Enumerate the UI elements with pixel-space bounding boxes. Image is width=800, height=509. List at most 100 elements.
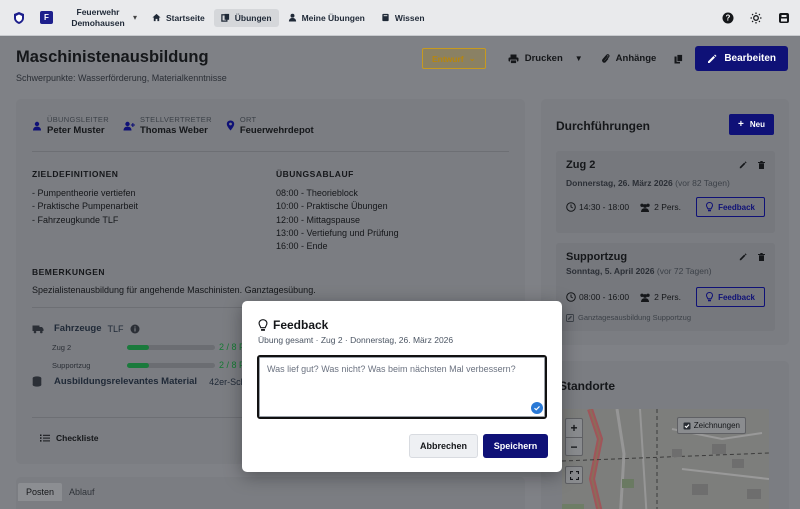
session-item[interactable]: Zug 2 Donnerstag, 26. März 2026 (vor 82 … xyxy=(556,151,775,233)
location-map[interactable]: + − Zeichnungen xyxy=(562,409,769,509)
shield-logo-icon[interactable] xyxy=(12,10,26,26)
nav-item-label: Übungen xyxy=(234,12,272,23)
checklist-button[interactable]: Checkliste xyxy=(40,433,99,443)
list-item: 13:00 - Vertiefung und Prüfung xyxy=(276,227,399,238)
truck-icon xyxy=(32,324,44,334)
nav-item-meine-uebungen[interactable]: Meine Übungen xyxy=(281,9,372,27)
drawings-label: Zeichnungen xyxy=(693,421,740,430)
chevron-down-icon: ⌄ xyxy=(468,53,476,63)
info-icon[interactable] xyxy=(130,324,140,334)
user-plus-icon xyxy=(123,121,135,131)
session-date: Sonntag, 5. April 2026 (vor 72 Tagen) xyxy=(566,265,765,277)
list-item: 12:00 - Mittagspause xyxy=(276,214,361,225)
lightbulb-icon xyxy=(706,292,714,302)
location-pin-icon xyxy=(226,120,235,131)
feedback-button[interactable]: Feedback xyxy=(696,197,765,217)
session-meta: 08:00 - 16:00 2 Pers. Feedback xyxy=(566,287,765,307)
users-icon xyxy=(639,293,651,302)
nav-item-label: Startseite xyxy=(166,12,205,23)
nav-right-tools: ? xyxy=(722,12,790,24)
drawings-toggle[interactable]: Zeichnungen xyxy=(676,417,746,434)
remarks-heading: BEMERKUNGEN xyxy=(32,267,106,277)
list-item: 16:00 - Ende xyxy=(276,241,328,252)
trash-icon[interactable] xyxy=(758,253,765,261)
book-icon xyxy=(381,13,390,22)
capacity-bar xyxy=(127,344,215,350)
users-icon xyxy=(639,203,651,212)
user-menu-icon[interactable] xyxy=(778,12,790,24)
pencil-icon[interactable] xyxy=(739,161,747,169)
goals-section: ZIELDEFINITIONEN - Pumpentheorie vertief… xyxy=(32,169,262,227)
trash-icon[interactable] xyxy=(758,161,765,169)
checkbox-checked-icon[interactable] xyxy=(683,422,691,430)
main-menu: Startseite Übungen Meine Übungen Wissen xyxy=(145,8,432,27)
page-subtitle: Schwerpunkte: Wasserförderung, Materialk… xyxy=(16,73,227,83)
nav-item-uebungen[interactable]: Übungen xyxy=(213,8,279,27)
leader-info: ÜBUNGSLEITER Peter Muster xyxy=(32,115,109,136)
nav-item-startseite[interactable]: Startseite xyxy=(145,9,212,27)
chevron-down-icon[interactable]: ▾ xyxy=(133,13,137,22)
paperclip-icon xyxy=(601,53,610,64)
org-name[interactable]: Feuerwehr Demohausen xyxy=(69,7,127,29)
header-actions: Entwurf ⌄ Drucken ▼ Anhänge Bearbeiten xyxy=(421,46,788,71)
session-relative: (vor 72 Tagen) xyxy=(656,266,712,276)
standorte-title: Standorte xyxy=(559,379,616,393)
edit-button[interactable]: Bearbeiten xyxy=(695,46,788,71)
expand-icon xyxy=(569,470,579,480)
session-time: 14:30 - 18:00 xyxy=(579,202,630,212)
org-badge[interactable]: F xyxy=(40,11,53,24)
nav-item-label: Wissen xyxy=(394,12,425,23)
check-circle-icon xyxy=(531,402,543,414)
leader-value: Peter Muster xyxy=(47,125,105,136)
zoom-controls: + − xyxy=(565,418,583,456)
lightbulb-icon xyxy=(258,318,268,332)
pencil-icon xyxy=(707,54,717,64)
session-note: Ganztagesausbildung Supportzug xyxy=(566,313,765,322)
tab-ablauf[interactable]: Ablauf xyxy=(61,483,103,501)
sun-icon[interactable] xyxy=(750,12,762,24)
zoom-out-button[interactable]: − xyxy=(566,437,582,455)
session-date-text: Donnerstag, 26. März 2026 xyxy=(566,178,673,188)
pencil-icon[interactable] xyxy=(739,253,747,261)
divider xyxy=(32,151,509,152)
zoom-in-button[interactable]: + xyxy=(566,419,582,437)
plus-icon: + xyxy=(738,119,744,130)
new-label: Neu xyxy=(749,120,765,129)
save-button[interactable]: Speichern xyxy=(483,434,548,458)
nav-item-label: Meine Übungen xyxy=(301,12,365,23)
status-label: Entwurf xyxy=(431,53,464,64)
print-label: Drucken xyxy=(524,53,563,64)
top-navbar: F Feuerwehr Demohausen ▾ Startseite Übun… xyxy=(0,0,800,36)
capacity-bar xyxy=(127,362,215,368)
fullscreen-button[interactable] xyxy=(565,466,583,484)
list-item: 08:00 - Theorieblock xyxy=(276,188,358,198)
nav-item-wissen[interactable]: Wissen xyxy=(374,9,432,27)
durchfuehrungen-card: Durchführungen + Neu Zug 2 Donnerstag, 2… xyxy=(541,99,789,345)
duplicate-button[interactable] xyxy=(674,53,684,64)
schedule-section: ÜBUNGSABLAUF 08:00 - Theorieblock 10:00 … xyxy=(276,169,506,253)
caret-down-icon: ▼ xyxy=(574,54,583,63)
status-dropdown[interactable]: Entwurf ⌄ xyxy=(421,48,486,69)
leader-label: ÜBUNGSLEITER xyxy=(47,115,109,124)
database-icon xyxy=(32,376,42,387)
session-item[interactable]: Supportzug Sonntag, 5. April 2026 (vor 7… xyxy=(556,243,775,331)
clipboard-icon xyxy=(221,13,230,22)
clock-icon xyxy=(566,202,576,212)
new-session-button[interactable]: + Neu xyxy=(729,114,774,135)
vehicle-unit-label: Supportzug xyxy=(52,360,91,370)
tab-posten[interactable]: Posten xyxy=(18,483,63,501)
vehicle-unit-label: Zug 2 xyxy=(52,342,72,352)
help-icon[interactable]: ? xyxy=(722,12,734,24)
note-icon xyxy=(566,313,574,322)
list-icon xyxy=(40,434,50,442)
list-item: - Fahrzeugkunde TLF xyxy=(32,214,119,225)
session-meta: 14:30 - 18:00 2 Pers. Feedback xyxy=(566,197,765,217)
people-row: ÜBUNGSLEITER Peter Muster STELLVERTRETER… xyxy=(32,115,314,136)
print-button[interactable]: Drucken ▼ xyxy=(508,53,583,64)
page-title: Maschinistenausbildung xyxy=(16,48,209,66)
cancel-button[interactable]: Abbrechen xyxy=(409,434,478,458)
attachments-button[interactable]: Anhänge xyxy=(601,53,656,64)
feedback-button[interactable]: Feedback xyxy=(696,287,765,307)
feedback-textarea[interactable] xyxy=(257,355,547,419)
list-item: 10:00 - Praktische Übungen xyxy=(276,201,388,212)
